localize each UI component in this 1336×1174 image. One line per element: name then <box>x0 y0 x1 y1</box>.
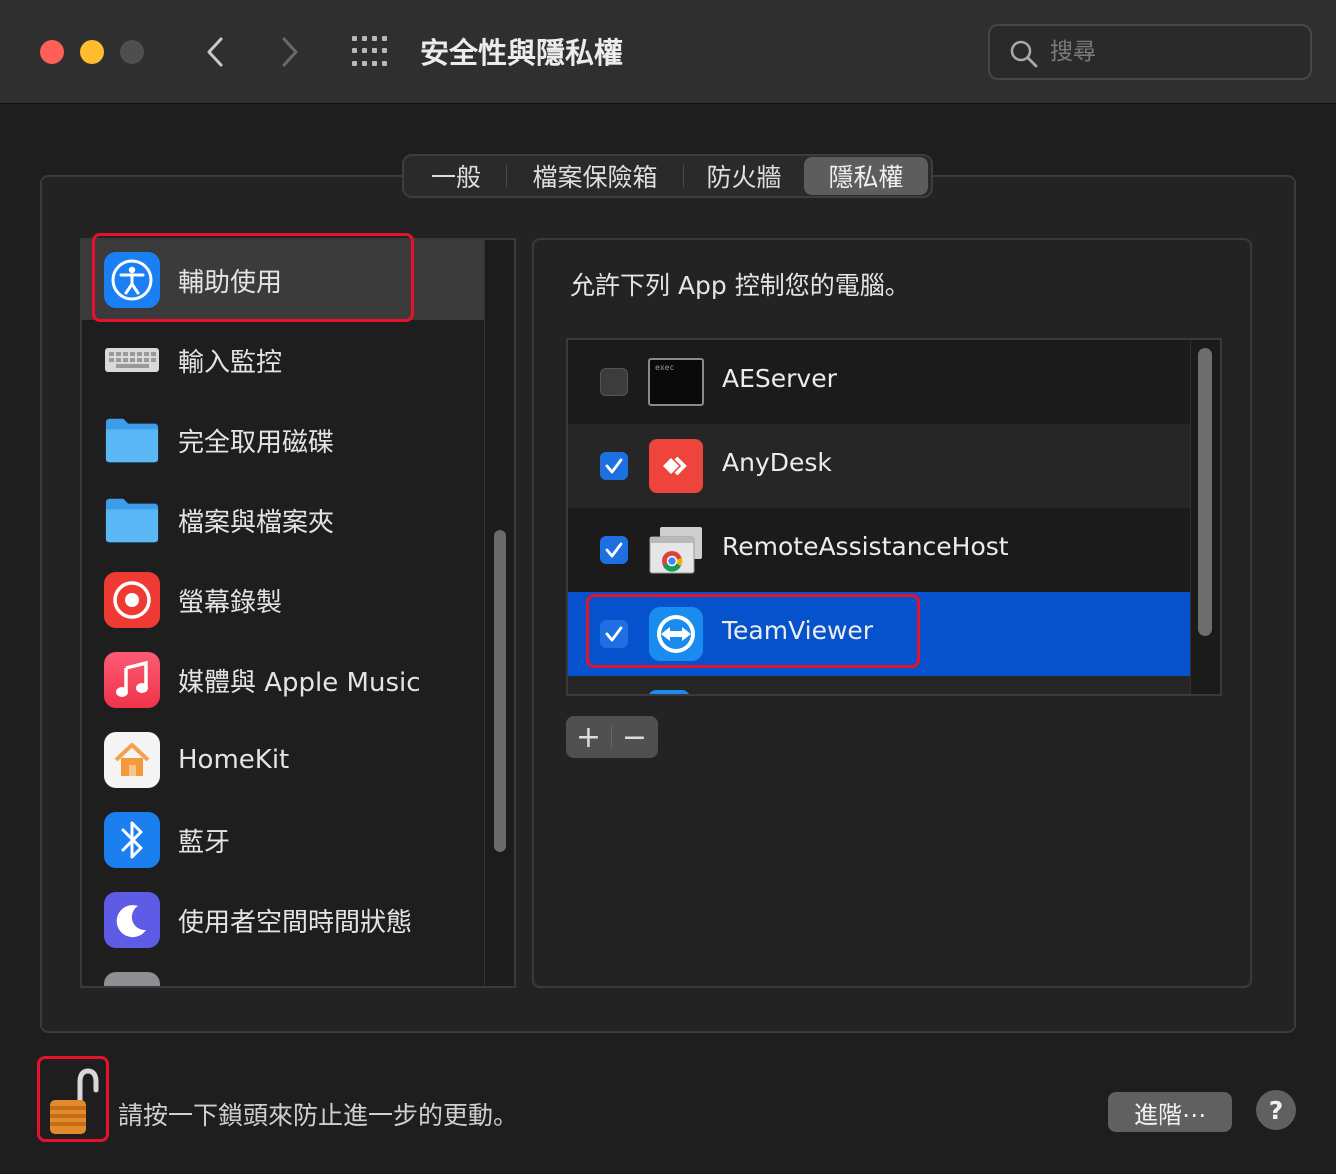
folder-icon <box>104 492 160 548</box>
add-app-button[interactable]: + <box>566 716 611 758</box>
checkmark-icon <box>605 458 623 474</box>
partial-app-icon <box>648 690 690 694</box>
close-window-button[interactable] <box>40 40 64 64</box>
app-name: AnyDesk <box>722 448 832 477</box>
chevron-right-icon <box>282 37 298 67</box>
app-row-teamviewer[interactable]: TeamViewer <box>568 592 1190 676</box>
app-checkbox[interactable] <box>600 536 628 564</box>
partial-icon <box>104 972 160 986</box>
tab-privacy[interactable]: 隱私權 <box>804 157 928 195</box>
screen-record-icon <box>104 572 160 628</box>
music-icon <box>104 652 160 708</box>
sidebar-item-screen-recording[interactable]: 螢幕錄製 <box>82 560 486 640</box>
sidebar-item-label: 媒體與 Apple Music <box>178 667 421 698</box>
exec-icon: exec <box>648 354 704 410</box>
tab-filevault[interactable]: 檔案保險箱 <box>507 157 683 195</box>
sidebar-item-label: 輔助使用 <box>178 267 283 298</box>
sidebar-item-label: 輸入監控 <box>178 347 283 378</box>
app-row-aeserver[interactable]: exec AEServer <box>568 340 1190 424</box>
title-bar: 安全性與隱私權 <box>0 0 1336 104</box>
sidebar-item-label: 檔案與檔案夾 <box>178 507 335 538</box>
panel-description: 允許下列 App 控制您的電腦。 <box>570 271 910 300</box>
bluetooth-icon <box>104 812 160 868</box>
tab-bar: 一般 檔案保險箱 防火牆 隱私權 <box>402 154 933 198</box>
app-list-scrollbar[interactable] <box>1190 340 1220 694</box>
accessibility-panel: 允許下列 App 控制您的電腦。 exec AEServer AnyDesk R… <box>532 238 1252 988</box>
search-input[interactable] <box>1050 34 1290 70</box>
app-row-anydesk[interactable]: AnyDesk <box>568 424 1190 508</box>
sidebar-item-focus[interactable]: 使用者空間時間狀態 <box>82 880 486 960</box>
accessibility-icon <box>104 252 160 308</box>
app-row-remoteassistancehost[interactable]: RemoteAssistanceHost <box>568 508 1190 592</box>
teamviewer-icon <box>648 606 704 662</box>
tab-general[interactable]: 一般 <box>406 157 506 195</box>
app-name: AEServer <box>722 364 837 393</box>
sidebar-item-full-disk-access[interactable]: 完全取用磁碟 <box>82 400 486 480</box>
checkmark-icon <box>605 626 623 642</box>
app-name: RemoteAssistanceHost <box>722 532 1009 561</box>
advanced-button[interactable]: 進階⋯ <box>1108 1092 1232 1132</box>
chevron-left-icon <box>207 37 223 67</box>
app-list-scroll-thumb[interactable] <box>1198 348 1212 636</box>
keyboard-icon <box>104 332 160 388</box>
app-row-partial[interactable] <box>568 676 1190 694</box>
folder-icon <box>104 412 160 468</box>
search-field[interactable] <box>988 24 1312 80</box>
sidebar-item-media-apple-music[interactable]: 媒體與 Apple Music <box>82 640 486 720</box>
svg-text:exec: exec <box>655 363 674 372</box>
app-checkbox[interactable] <box>600 620 628 648</box>
forward-button[interactable] <box>270 32 310 72</box>
home-icon <box>104 732 160 788</box>
app-list: exec AEServer AnyDesk RemoteAssistanceHo… <box>566 338 1222 696</box>
moon-icon <box>104 892 160 948</box>
sidebar-item-files-and-folders[interactable]: 檔案與檔案夾 <box>82 480 486 560</box>
sidebar-scrollbar[interactable] <box>484 240 514 986</box>
chrome-remote-icon <box>648 522 704 578</box>
show-all-grid-button[interactable] <box>352 36 392 68</box>
app-name: TeamViewer <box>722 616 874 645</box>
lock-icon[interactable] <box>44 1068 102 1138</box>
checkmark-icon <box>605 542 623 558</box>
privacy-category-list: 輔助使用 輸入監控 完全取用磁碟 檔案與檔案夾 螢幕錄製 媒體與 Apple M… <box>80 238 516 988</box>
back-button[interactable] <box>195 32 235 72</box>
sidebar-item-label: HomeKit <box>178 745 290 775</box>
zoom-window-button[interactable] <box>120 40 144 64</box>
search-icon <box>1010 40 1038 68</box>
sidebar-item-partial[interactable] <box>82 960 486 986</box>
sidebar-item-bluetooth[interactable]: 藍牙 <box>82 800 486 880</box>
sidebar-item-homekit[interactable]: HomeKit <box>82 720 486 800</box>
remove-app-button[interactable]: − <box>612 716 657 758</box>
app-checkbox[interactable] <box>600 368 628 396</box>
tab-firewall[interactable]: 防火牆 <box>684 157 804 195</box>
anydesk-icon <box>648 438 704 494</box>
sidebar-item-input-monitoring[interactable]: 輸入監控 <box>82 320 486 400</box>
minimize-window-button[interactable] <box>80 40 104 64</box>
sidebar-item-label: 藍牙 <box>178 827 231 858</box>
help-button[interactable]: ? <box>1256 1090 1296 1130</box>
lock-status-text: 請按一下鎖頭來防止進一步的更動。 <box>118 1101 519 1130</box>
sidebar-item-accessibility[interactable]: 輔助使用 <box>82 240 486 320</box>
window-title: 安全性與隱私權 <box>420 36 624 70</box>
app-checkbox[interactable] <box>600 452 628 480</box>
add-remove-controls: + − <box>566 716 658 758</box>
sidebar-item-label: 完全取用磁碟 <box>178 427 335 458</box>
sidebar-item-label: 使用者空間時間狀態 <box>178 907 413 938</box>
sidebar-item-label: 螢幕錄製 <box>178 587 283 618</box>
sidebar-scroll-thumb[interactable] <box>494 530 506 852</box>
